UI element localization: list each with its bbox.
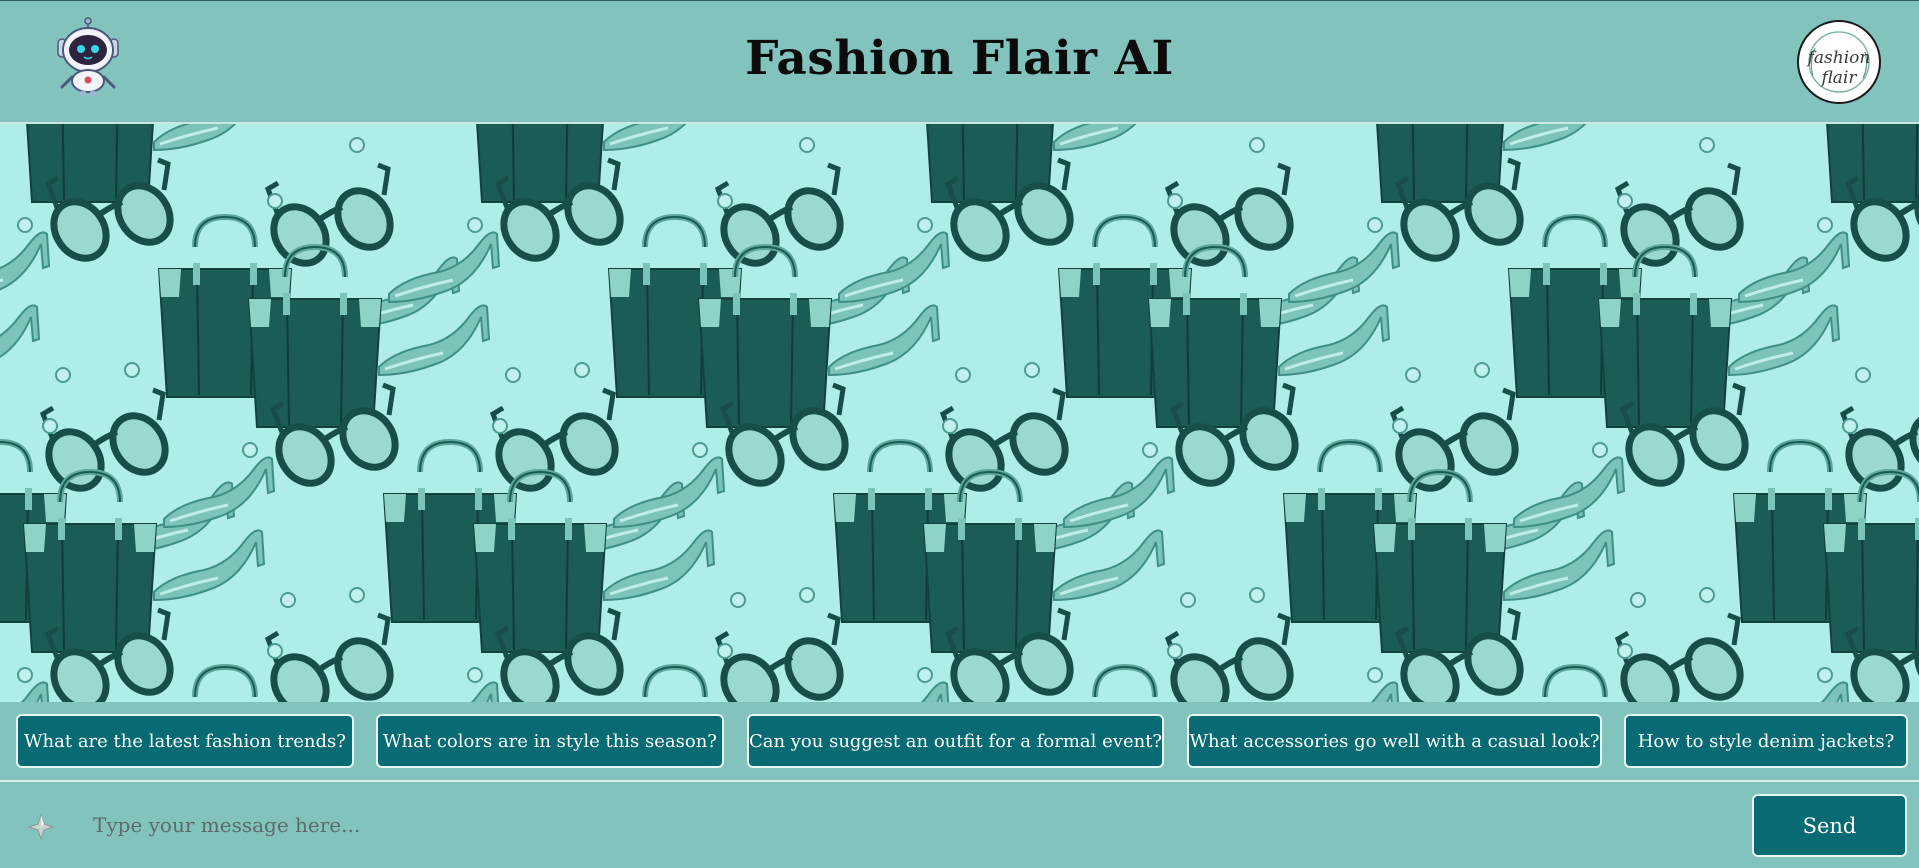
suggestion-chip[interactable]: What accessories go well with a casual l… bbox=[1187, 714, 1602, 768]
suggestion-chip[interactable]: Can you suggest an outfit for a formal e… bbox=[747, 714, 1164, 768]
app-header: Fashion Flair AI fashion flair bbox=[0, 0, 1919, 124]
message-composer: Send bbox=[0, 782, 1919, 868]
suggestion-chip[interactable]: What are the latest fashion trends? bbox=[16, 714, 354, 768]
suggestion-chip[interactable]: What colors are in style this season? bbox=[376, 714, 724, 768]
brand-logo: fashion flair bbox=[1797, 20, 1881, 104]
message-input[interactable] bbox=[80, 802, 1720, 848]
brand-logo-text: fashion flair bbox=[1807, 48, 1871, 88]
fashion-pattern-background bbox=[0, 124, 1919, 702]
app-title: Fashion Flair AI bbox=[745, 31, 1174, 86]
suggestion-chip[interactable]: How to style denim jackets? bbox=[1624, 714, 1908, 768]
suggestion-bar: What are the latest fashion trends? What… bbox=[0, 702, 1919, 782]
sparkle-icon bbox=[27, 813, 55, 841]
send-button[interactable]: Send bbox=[1752, 794, 1907, 857]
